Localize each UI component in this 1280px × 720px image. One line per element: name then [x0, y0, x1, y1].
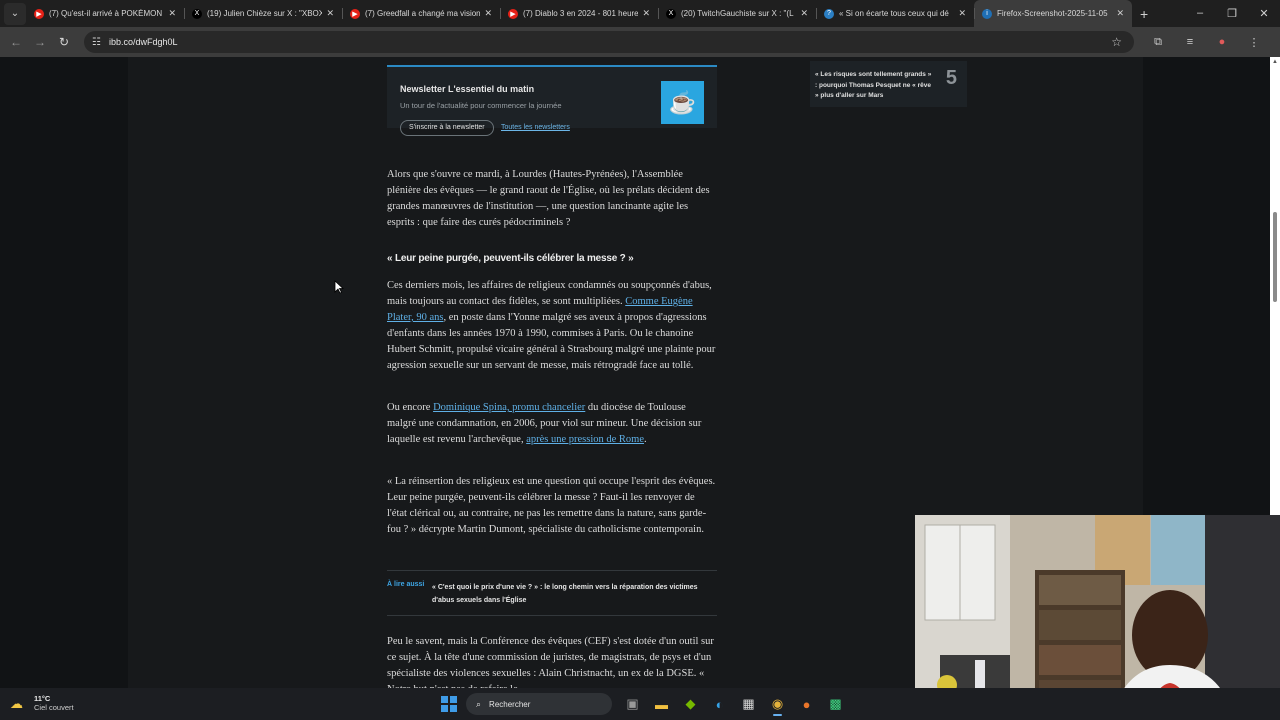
taskbar-apps: ⌕ Rechercher ▣ ▬ ◆ ◐ ▦ ◉ ● ▩	[438, 692, 850, 716]
store-icon[interactable]: ▦	[734, 692, 763, 716]
browser-tab[interactable]: i Firefox-Screenshot-2025-11-05 ✕	[974, 0, 1132, 27]
browser-tab[interactable]: ▶ (7) Greedfall a changé ma vision ✕	[342, 0, 500, 27]
browser-toolbar: ← → ↻ ☷ ibb.co/dwFdgh0L ☆ ⧉ ≡ ● ⋮	[0, 27, 1280, 57]
newsletter-subscribe-button[interactable]: S'inscrire à la newsletter	[400, 120, 494, 136]
firefox-icon[interactable]: ●	[792, 692, 821, 716]
close-window-icon[interactable]: ✕	[1248, 7, 1280, 20]
restore-icon[interactable]: ❐	[1216, 7, 1248, 20]
x-icon: X	[666, 8, 676, 19]
browser-tab[interactable]: X (19) Julien Chièze sur X : "XBOX ✕	[184, 0, 342, 27]
close-tab-icon[interactable]: ✕	[958, 8, 966, 19]
chrome-icon[interactable]: ◉	[763, 692, 792, 716]
menu-kebab-icon[interactable]: ⋮	[1238, 36, 1270, 49]
rome-pressure-link[interactable]: après une pression de Rome	[526, 434, 644, 445]
youtube-icon: ▶	[34, 8, 44, 19]
media-icon[interactable]: ≡	[1174, 36, 1206, 49]
edge-icon[interactable]: ◐	[705, 692, 734, 716]
close-tab-icon[interactable]: ✕	[484, 8, 492, 19]
spina-link[interactable]: Dominique Spina, promu chancelier	[433, 402, 585, 413]
reload-icon[interactable]: ↻	[52, 35, 76, 49]
tab-title[interactable]: (20) TwitchGauchiste sur X : "(L	[681, 9, 796, 18]
close-tab-icon[interactable]: ✕	[326, 8, 334, 19]
task-view-icon[interactable]: ▣	[618, 692, 647, 716]
newsletter-title: Newsletter L'essentiel du matin	[400, 84, 535, 94]
site-info-icon[interactable]: ☷	[92, 37, 101, 48]
windows-start-icon[interactable]	[438, 693, 460, 715]
weather-temperature: 11°C	[34, 694, 51, 703]
divider	[387, 615, 717, 616]
p2-text-c: .	[644, 434, 647, 445]
search-icon: ⌕	[476, 698, 482, 709]
android-app-icon[interactable]: ▩	[821, 692, 850, 716]
address-bar[interactable]: ☷ ibb.co/dwFdgh0L ☆	[84, 31, 1134, 53]
profile-icon[interactable]: ●	[1206, 36, 1238, 49]
all-newsletters-link[interactable]: Toutes les newsletters	[501, 124, 570, 131]
nvidia-icon[interactable]: ◆	[676, 692, 705, 716]
tab-title[interactable]: (7) Qu'est-il arrivé à POKÉMON	[49, 9, 164, 18]
close-tab-icon[interactable]: ✕	[800, 8, 808, 19]
browser-tab[interactable]: ? « Si on écarte tous ceux qui dé ✕	[816, 0, 974, 27]
lemonde-icon: ?	[824, 8, 834, 19]
browser-tab[interactable]: ▶ (7) Diablo 3 en 2024 - 801 heures ✕	[500, 0, 658, 27]
taskbar-search[interactable]: ⌕ Rechercher	[466, 693, 612, 715]
bookmark-star-icon[interactable]: ☆	[1111, 35, 1122, 49]
scrollbar-thumb[interactable]	[1273, 212, 1277, 302]
divider	[387, 570, 717, 571]
read-also-label: À lire aussi	[387, 581, 425, 588]
cloudy-weather-icon: ☁	[10, 696, 23, 711]
read-also-link[interactable]: « C'est quoi le prix d'une vie ? » : le …	[432, 581, 717, 607]
close-tab-icon[interactable]: ✕	[168, 8, 176, 19]
most-read-card[interactable]: « Les risques sont tellement grands » : …	[810, 61, 967, 107]
coffee-cup-icon: ☕	[661, 81, 704, 124]
browser-tab[interactable]: ▶ (7) Qu'est-il arrivé à POKÉMON ✕	[26, 0, 184, 27]
youtube-icon: ▶	[350, 8, 360, 19]
article-intro: Alors que s'ouvre ce mardi, à Lourdes (H…	[387, 169, 710, 228]
imgbb-icon: i	[982, 8, 992, 19]
mouse-cursor-icon	[334, 280, 344, 294]
minimize-icon[interactable]: –	[1184, 7, 1216, 20]
tabs-container: ▶ (7) Qu'est-il arrivé à POKÉMON ✕ X (19) Ju…	[26, 0, 1132, 27]
article-subheading: « Leur peine purgée, peuvent-ils célébre…	[387, 253, 634, 264]
tab-title[interactable]: « Si on écarte tous ceux qui dé	[839, 9, 954, 18]
toolbar-actions: ⧉ ≡ ● ⋮	[1142, 36, 1270, 49]
tab-title[interactable]: Firefox-Screenshot-2025-11-05	[997, 9, 1112, 18]
article-paragraph-4: Peu le savent, mais la Conférence des év…	[387, 636, 714, 688]
tab-title[interactable]: (19) Julien Chièze sur X : "XBOX	[207, 9, 322, 18]
most-read-text[interactable]: « Les risques sont tellement grands » : …	[815, 70, 935, 102]
window-controls: – ❐ ✕	[1184, 7, 1280, 20]
youtube-icon: ▶	[508, 8, 518, 19]
p2-text-a: Ou encore	[387, 402, 434, 413]
article-paragraph-1: Ces derniers mois, les affaires de relig…	[387, 278, 717, 374]
weather-widget[interactable]: ☁ 11°C Ciel couvert	[10, 694, 74, 712]
weather-description: Ciel couvert	[34, 703, 74, 712]
article-paragraph-2: Ou encore Dominique Spina, promu chancel…	[387, 400, 717, 448]
most-read-rank: 5	[945, 67, 957, 89]
extensions-icon[interactable]: ⧉	[1142, 36, 1174, 49]
browser-tab[interactable]: X (20) TwitchGauchiste sur X : "(L ✕	[658, 0, 816, 27]
tab-title[interactable]: (7) Diablo 3 en 2024 - 801 heures	[523, 9, 638, 18]
windows-taskbar: ☁ 11°C Ciel couvert ⌕ Rechercher ▣ ▬ ◆ ◐…	[0, 688, 1280, 720]
newsletter-subtitle: Un tour de l'actualité pour commencer la…	[400, 101, 562, 110]
newsletter-box: Newsletter L'essentiel du matin Un tour …	[387, 65, 717, 136]
scroll-up-icon[interactable]: ▲	[1272, 59, 1278, 65]
close-tab-icon[interactable]: ✕	[1116, 8, 1124, 19]
new-tab-button[interactable]: +	[1140, 6, 1148, 22]
tab-strip: ⌄ ▶ (7) Qu'est-il arrivé à POKÉMON ✕ X (19) …	[0, 0, 1280, 27]
forward-icon[interactable]: →	[28, 35, 52, 49]
tab-title[interactable]: (7) Greedfall a changé ma vision	[365, 9, 480, 18]
url-text[interactable]: ibb.co/dwFdgh0L	[109, 37, 178, 47]
x-icon: X	[192, 8, 202, 19]
taskbar-search-placeholder: Rechercher	[489, 699, 531, 709]
back-icon[interactable]: ←	[4, 35, 28, 49]
close-tab-icon[interactable]: ✕	[642, 8, 650, 19]
article-paragraph-3: « La réinsertion des religieux est une q…	[387, 476, 716, 535]
file-explorer-icon[interactable]: ▬	[647, 692, 676, 716]
tab-search-menu-icon[interactable]: ⌄	[4, 2, 26, 25]
